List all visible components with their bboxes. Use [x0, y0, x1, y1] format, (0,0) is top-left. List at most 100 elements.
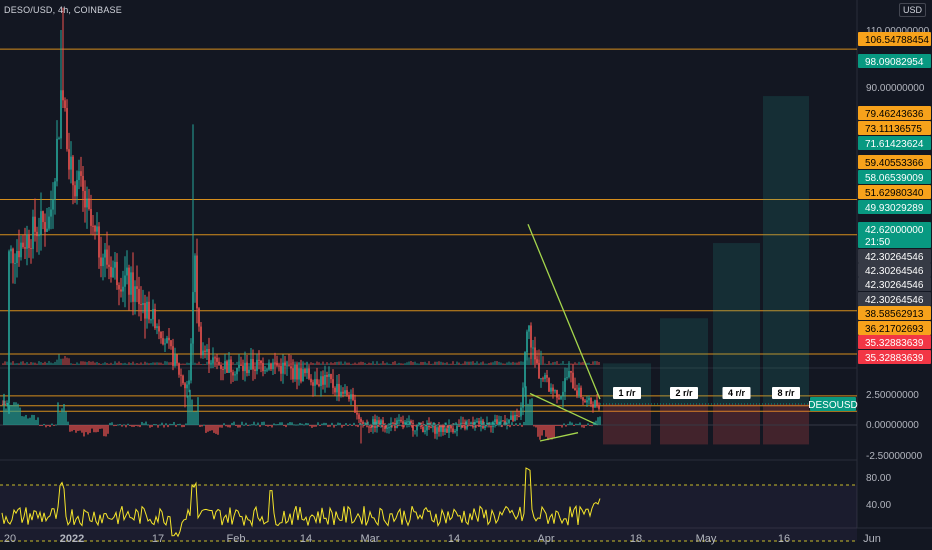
volume-bar — [380, 363, 382, 365]
volume-bar — [454, 363, 456, 365]
candle-body — [458, 425, 460, 427]
candle-body — [578, 387, 580, 396]
volume-bar — [354, 362, 356, 365]
volume-bar — [504, 363, 506, 365]
candle-body — [558, 397, 560, 399]
volume-bar — [482, 361, 484, 365]
volume-bar — [460, 363, 462, 365]
macd-bar — [137, 425, 139, 427]
candle-body — [562, 391, 564, 397]
candle-body — [188, 380, 190, 385]
macd-bar — [177, 423, 179, 425]
macd-bar — [9, 404, 11, 425]
candle-body — [88, 198, 90, 210]
macd-bar — [465, 421, 467, 425]
volume-bar — [448, 363, 450, 365]
volume-bar — [582, 361, 584, 365]
macd-bar — [421, 425, 423, 426]
candle-body — [156, 326, 158, 329]
volume-bar — [560, 363, 562, 365]
macd-bar — [597, 417, 599, 425]
candle-body — [14, 262, 16, 264]
macd-bar — [221, 425, 223, 428]
candle-body — [522, 387, 524, 408]
volume-bar — [532, 353, 534, 365]
macd-bar — [387, 424, 389, 426]
candle-body — [196, 255, 198, 309]
candle-body — [10, 248, 12, 252]
volume-bar — [162, 363, 164, 365]
volume-bar — [484, 363, 486, 365]
volume-bar — [78, 363, 80, 365]
volume-bar — [246, 361, 248, 365]
macd-bar — [115, 425, 117, 426]
volume-bar — [386, 362, 388, 365]
volume-bar — [320, 363, 322, 365]
candle-body — [112, 267, 114, 278]
macd-bar — [359, 422, 361, 425]
currency-button[interactable]: USD — [898, 3, 926, 17]
candle-body — [502, 420, 504, 422]
volume-bar — [580, 362, 582, 365]
volume-bar — [128, 362, 130, 365]
candle-body — [40, 211, 42, 235]
volume-bar — [470, 361, 472, 365]
volume-bar — [100, 363, 102, 365]
price-chart[interactable]: 1 r/r2 r/r4 r/r8 r/r110.00000000100.0000… — [0, 0, 932, 550]
price-tag-label: 58.06539009 — [865, 173, 924, 184]
volume-bar — [186, 362, 188, 365]
macd-bar — [133, 425, 135, 427]
candle-body — [528, 325, 530, 332]
candle-body — [508, 419, 510, 424]
macd-bar — [81, 425, 83, 433]
candle-body — [598, 405, 600, 409]
macd-bar — [307, 423, 309, 425]
candle-body — [360, 418, 362, 422]
candle-body — [334, 387, 336, 393]
volume-bar — [2, 363, 4, 365]
macd-bar — [127, 423, 129, 425]
macd-bar — [31, 414, 33, 425]
macd-bar — [473, 422, 475, 425]
volume-bar — [456, 361, 458, 365]
rr-loss-zone — [763, 403, 809, 445]
macd-bar — [11, 404, 13, 425]
macd-bar — [39, 425, 41, 426]
candle-body — [54, 181, 56, 200]
candle-body — [292, 368, 294, 380]
macd-bar — [365, 423, 367, 425]
candle-body — [392, 422, 394, 424]
volume-bar — [264, 363, 266, 365]
volume-bar — [204, 363, 206, 365]
macd-bar — [433, 422, 435, 425]
candle-body — [592, 404, 594, 408]
volume-bar — [92, 361, 94, 365]
volume-bar — [202, 363, 204, 365]
macd-bar — [565, 425, 567, 427]
rr-label: 4 r/r — [728, 388, 746, 398]
macd-bar — [117, 424, 119, 426]
macd-bar — [511, 422, 513, 425]
macd-bar — [235, 425, 237, 426]
candle-body — [100, 257, 102, 267]
volume-bar — [358, 362, 360, 365]
candle-body — [430, 427, 432, 429]
macd-bar — [481, 423, 483, 425]
volume-bar — [594, 361, 596, 365]
volume-bar — [208, 361, 210, 365]
macd-bar — [519, 422, 521, 425]
macd-bar — [251, 424, 253, 426]
candle-body — [368, 426, 370, 428]
macd-bar — [449, 425, 451, 426]
candle-body — [346, 390, 348, 396]
candle-body — [308, 368, 310, 379]
macd-bar — [337, 422, 339, 425]
volume-bar — [6, 361, 8, 365]
macd-bar — [447, 425, 449, 428]
macd-bar — [409, 422, 411, 425]
candle-body — [560, 396, 562, 399]
macd-bar — [563, 423, 565, 425]
macd-bar — [485, 425, 487, 426]
candle-body — [130, 272, 132, 295]
macd-bar — [13, 402, 15, 425]
